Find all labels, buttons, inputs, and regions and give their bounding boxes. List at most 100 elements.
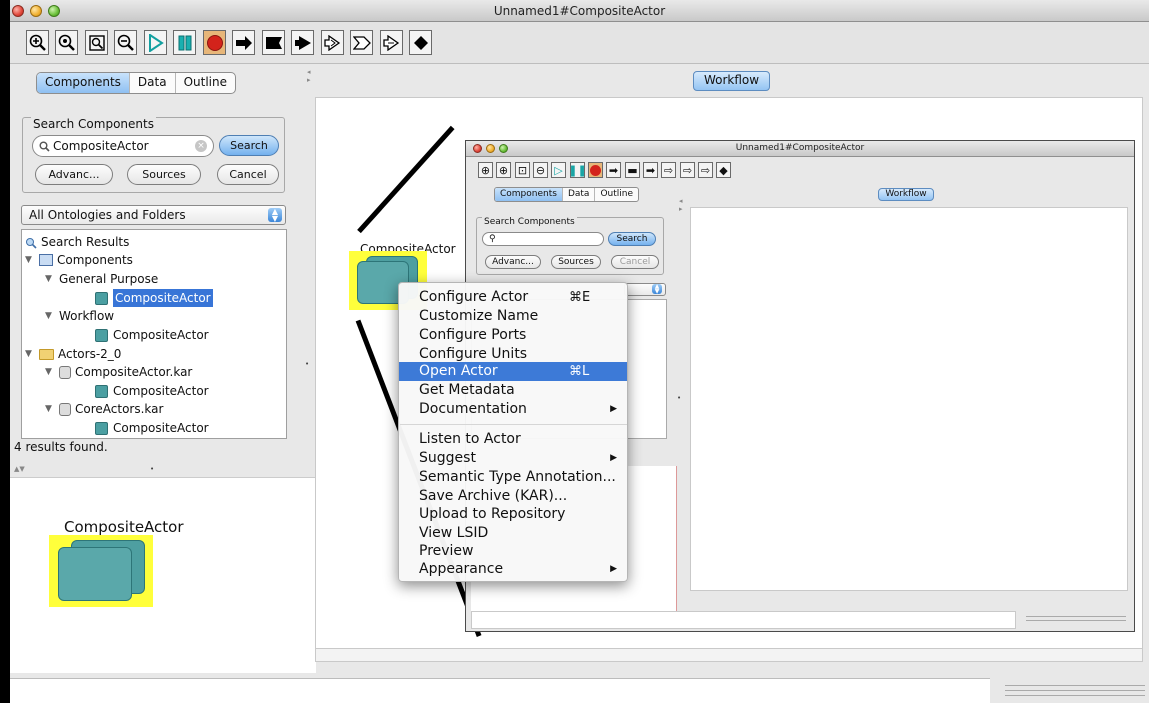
- inner-tab-components[interactable]: Components: [495, 188, 563, 201]
- run-icon[interactable]: [144, 30, 167, 55]
- zoom-fit-icon[interactable]: [85, 30, 108, 55]
- tree-item-kar-core[interactable]: ▼ CoreActors.kar: [45, 400, 163, 418]
- menu-item-preview[interactable]: Preview: [399, 542, 627, 561]
- split-handle-icon[interactable]: •: [150, 465, 154, 473]
- inner-split-handle-icon[interactable]: •: [677, 394, 681, 402]
- menu-item-documentation[interactable]: Documentation ▶: [399, 400, 627, 419]
- tab-outline[interactable]: Outline: [176, 73, 235, 93]
- kar-archive-icon: [59, 402, 71, 416]
- tree-item-workflow[interactable]: ▼ Workflow: [45, 307, 114, 325]
- resize-grip-icon[interactable]: [1005, 683, 1145, 697]
- inner-hollow-arrow-3-icon[interactable]: ⇨: [698, 162, 713, 178]
- arrow-right-icon[interactable]: [232, 30, 255, 55]
- tree-item-composite-actor-selected[interactable]: CompositeActor: [95, 289, 213, 307]
- menu-item-open-actor[interactable]: Open Actor ⌘L: [399, 362, 627, 381]
- inner-zoom-out-icon[interactable]: ⊖: [533, 162, 548, 178]
- tree-item-actors-folder[interactable]: ▼ Actors-2_0: [25, 345, 121, 363]
- pause-icon[interactable]: [173, 30, 196, 55]
- tree-item-composite-actor[interactable]: CompositeActor: [95, 382, 209, 400]
- inner-tab-workflow[interactable]: Workflow: [878, 188, 934, 201]
- menu-item-upload-to-repository[interactable]: Upload to Repository: [399, 505, 627, 524]
- inner-zoom-in-icon[interactable]: ⊕: [478, 162, 493, 178]
- cancel-button[interactable]: Cancel: [217, 164, 279, 185]
- inner-arrow-right-icon[interactable]: ➡: [606, 162, 621, 178]
- search-button[interactable]: Search: [219, 135, 279, 156]
- menu-item-semantic-type-annotation[interactable]: Semantic Type Annotation...: [399, 468, 627, 487]
- inner-split-arrows-icon[interactable]: ◂ ▸: [679, 197, 683, 213]
- arrow-left-icon[interactable]: [291, 30, 314, 55]
- inner-sources-button[interactable]: Sources: [551, 255, 601, 269]
- inner-status-field[interactable]: [471, 611, 1016, 629]
- inner-zoom-fit-icon[interactable]: ⊡: [515, 162, 530, 178]
- tree-item-general-purpose[interactable]: ▼ General Purpose: [45, 270, 158, 288]
- stop-icon[interactable]: [203, 30, 226, 55]
- expand-triangle-icon[interactable]: ▼: [45, 270, 59, 288]
- inner-search-input[interactable]: ⚲: [482, 232, 604, 246]
- clear-search-icon[interactable]: ×: [195, 140, 207, 152]
- menu-label: Suggest: [419, 450, 476, 466]
- inner-flag-icon[interactable]: ▬: [625, 162, 640, 178]
- inner-run-icon[interactable]: ▷: [551, 162, 566, 178]
- flag-icon[interactable]: [262, 30, 285, 55]
- tab-workflow[interactable]: Workflow: [693, 71, 770, 91]
- tree-label: Search Results: [41, 235, 130, 249]
- menu-item-suggest[interactable]: Suggest ▶: [399, 449, 627, 468]
- inner-tab-outline[interactable]: Outline: [595, 188, 638, 201]
- zoom-out-icon[interactable]: [114, 30, 137, 55]
- diamond-icon[interactable]: [409, 30, 432, 55]
- inner-stop-icon[interactable]: [588, 162, 603, 178]
- expand-triangle-icon[interactable]: ▼: [25, 345, 39, 363]
- tree-item-components[interactable]: ▼ Components: [25, 251, 133, 269]
- expand-triangle-icon[interactable]: ▼: [25, 251, 39, 269]
- inner-search-button[interactable]: Search: [608, 232, 656, 246]
- hollow-arrow-icon[interactable]: [321, 30, 344, 55]
- tree-label: General Purpose: [59, 272, 159, 286]
- vertical-split-arrows-icon[interactable]: ◂ ▸: [307, 68, 311, 84]
- inner-workflow-canvas[interactable]: [690, 207, 1128, 591]
- search-components-group: Search Components CompositeActor × Searc…: [22, 117, 285, 193]
- menu-item-get-metadata[interactable]: Get Metadata: [399, 381, 627, 400]
- submenu-arrow-icon: ▶: [610, 404, 617, 414]
- inner-resize-grip-icon[interactable]: [1026, 616, 1126, 624]
- menu-item-configure-ports[interactable]: Configure Ports: [399, 326, 627, 345]
- inner-hollow-arrow-icon[interactable]: ⇨: [661, 162, 676, 178]
- split-collapse-icon[interactable]: ▲▼: [14, 465, 25, 473]
- tree-item-composite-actor[interactable]: CompositeActor: [95, 419, 209, 437]
- menu-item-appearance[interactable]: Appearance ▶: [399, 560, 627, 579]
- menu-item-configure-actor[interactable]: Configure Actor ⌘E: [399, 288, 627, 307]
- inner-zoom-reset-icon[interactable]: ⊕: [496, 162, 511, 178]
- status-field[interactable]: [10, 678, 990, 703]
- inner-pause-icon[interactable]: ❚❚: [568, 162, 587, 178]
- expand-triangle-icon[interactable]: ▼: [45, 307, 59, 325]
- inner-hollow-arrow-2-icon[interactable]: ⇨: [680, 162, 695, 178]
- inner-ontology-select[interactable]: ▲ ▼: [624, 283, 666, 296]
- tree-item-kar-composite[interactable]: ▼ CompositeActor.kar: [45, 363, 192, 381]
- ontology-select[interactable]: All Ontologies and Folders ▲ ▼: [21, 205, 286, 225]
- menu-item-listen-to-actor[interactable]: Listen to Actor: [399, 430, 627, 449]
- advanced-button[interactable]: Advanc...: [35, 164, 113, 185]
- hollow-arrow-2-icon[interactable]: [350, 30, 373, 55]
- tab-components[interactable]: Components: [37, 73, 130, 93]
- hollow-arrow-3-icon[interactable]: [380, 30, 403, 55]
- menu-item-save-archive[interactable]: Save Archive (KAR)...: [399, 487, 627, 506]
- inner-tab-data[interactable]: Data: [563, 188, 596, 201]
- tab-data[interactable]: Data: [130, 73, 176, 93]
- expand-triangle-icon[interactable]: ▼: [45, 400, 59, 418]
- inner-advanced-button[interactable]: Advanc...: [485, 255, 541, 269]
- menu-item-customize-name[interactable]: Customize Name: [399, 307, 627, 326]
- tree-item-composite-actor[interactable]: CompositeActor: [95, 326, 209, 344]
- vertical-split-handle-icon[interactable]: •: [305, 360, 309, 368]
- sources-button[interactable]: Sources: [127, 164, 201, 185]
- zoom-reset-icon[interactable]: [55, 30, 78, 55]
- canvas-scrollbar[interactable]: [315, 648, 1143, 662]
- search-input[interactable]: CompositeActor ×: [32, 135, 214, 157]
- menu-item-view-lsid[interactable]: View LSID: [399, 524, 627, 543]
- results-count: 4 results found.: [14, 440, 108, 454]
- inner-diamond-icon[interactable]: ◆: [716, 162, 731, 178]
- inner-cancel-button[interactable]: Cancel: [611, 255, 659, 269]
- expand-triangle-icon[interactable]: ▼: [45, 363, 59, 381]
- zoom-in-icon[interactable]: [26, 30, 49, 55]
- tree-item-search-results[interactable]: Search Results: [25, 233, 129, 251]
- search-input-value: CompositeActor: [53, 139, 149, 153]
- inner-arrow-left-icon[interactable]: ➡: [643, 162, 658, 178]
